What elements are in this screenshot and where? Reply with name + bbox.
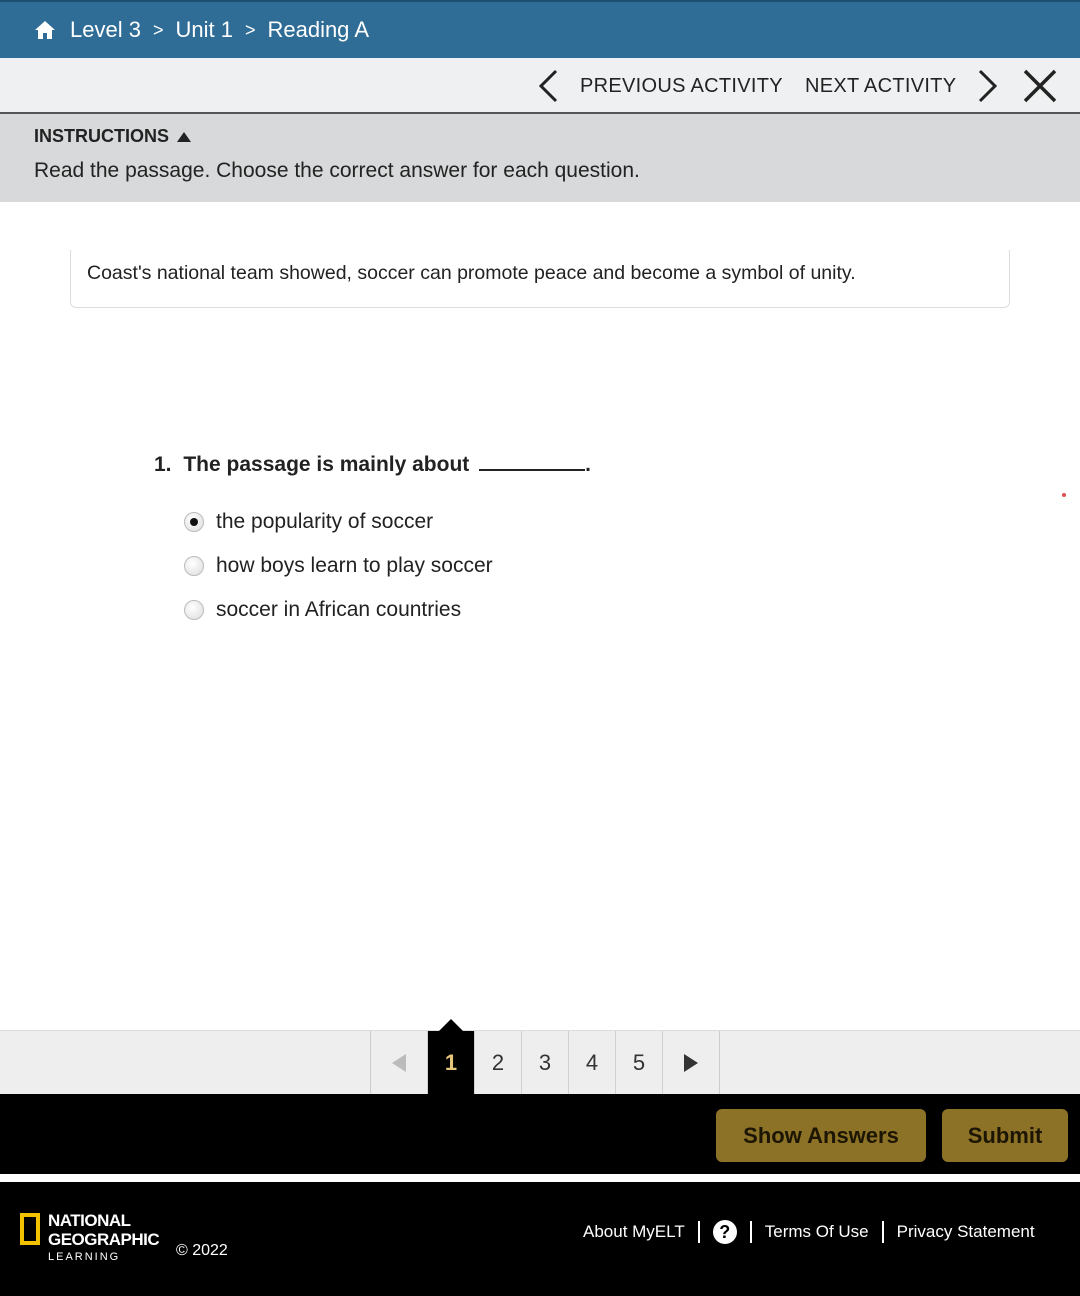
breadcrumb-lesson: Reading A xyxy=(267,17,369,42)
pager-page-2[interactable]: 2 xyxy=(475,1031,522,1094)
breadcrumb-separator: > xyxy=(244,19,256,40)
top-breadcrumb-bar: Level 3 > Unit 1 > Reading A xyxy=(0,0,1080,58)
previous-activity-button[interactable]: PREVIOUS ACTIVITY xyxy=(536,58,783,114)
footer-links: About MyELT ? Terms Of Use Privacy State… xyxy=(583,1220,1035,1244)
copyright-text: © 2022 xyxy=(176,1242,228,1259)
answer-blank xyxy=(479,451,586,471)
link-divider xyxy=(881,1221,884,1243)
option-label: the popularity of soccer xyxy=(216,510,434,533)
question-number: 1. xyxy=(154,453,172,476)
link-divider xyxy=(749,1221,752,1243)
breadcrumb-separator: > xyxy=(152,19,164,40)
question-1: 1. The passage is mainly about . xyxy=(154,451,591,477)
radio-button[interactable] xyxy=(184,556,204,576)
question-end-punct: . xyxy=(585,453,591,476)
national-geographic-logo[interactable]: NATIONAL GEOGRAPHIC LEARNING xyxy=(20,1211,160,1265)
instructions-toggle[interactable]: INSTRUCTIONS xyxy=(34,126,1046,147)
page-footer: NATIONAL GEOGRAPHIC LEARNING © 2022 Abou… xyxy=(0,1182,1080,1296)
pager-page-5[interactable]: 5 xyxy=(616,1031,663,1094)
chevron-left-icon xyxy=(538,69,558,103)
pager-prev-button[interactable] xyxy=(371,1031,428,1094)
pager-controls: 1 2 3 4 5 xyxy=(370,1019,720,1094)
instructions-heading: INSTRUCTIONS xyxy=(34,126,169,146)
answer-options: the popularity of soccer how boys learn … xyxy=(184,500,493,632)
question-text: The passage is mainly about xyxy=(183,453,470,476)
submit-button[interactable]: Submit xyxy=(942,1109,1068,1162)
chevron-right-icon xyxy=(979,69,998,103)
home-icon[interactable] xyxy=(34,20,56,40)
previous-activity-label: PREVIOUS ACTIVITY xyxy=(580,74,783,97)
link-divider xyxy=(697,1221,700,1243)
reading-passage[interactable]: Coast's national team showed, soccer can… xyxy=(70,250,1010,308)
option-label: how boys learn to play soccer xyxy=(216,554,493,577)
logo-text: NATIONAL GEOGRAPHIC LEARNING xyxy=(48,1211,160,1265)
option-3[interactable]: soccer in African countries xyxy=(184,588,493,632)
radio-button[interactable] xyxy=(184,600,204,620)
radio-button-selected[interactable] xyxy=(184,512,204,532)
action-bar: Show Answers Submit xyxy=(0,1094,1080,1174)
breadcrumb-unit[interactable]: Unit 1 xyxy=(175,17,232,43)
pager-page-1[interactable]: 1 xyxy=(428,1019,475,1094)
logo-line-1: NATIONAL xyxy=(48,1211,131,1230)
pager-next-button[interactable] xyxy=(663,1031,719,1094)
logo-line-3: LEARNING xyxy=(48,1251,121,1263)
option-1[interactable]: the popularity of soccer xyxy=(184,500,493,544)
help-icon[interactable]: ? xyxy=(712,1220,737,1244)
triangle-up-icon xyxy=(177,131,191,142)
show-answers-button[interactable]: Show Answers xyxy=(716,1109,926,1162)
privacy-link[interactable]: Privacy Statement xyxy=(897,1222,1035,1242)
close-icon[interactable] xyxy=(1020,66,1060,106)
pager-page-3[interactable]: 3 xyxy=(522,1031,569,1094)
instructions-panel: INSTRUCTIONS Read the passage. Choose th… xyxy=(0,114,1080,202)
question-pager: 1 2 3 4 5 xyxy=(0,1019,1080,1094)
footer-divider xyxy=(0,1174,1080,1182)
about-link[interactable]: About MyELT xyxy=(583,1222,685,1242)
triangle-right-icon xyxy=(684,1053,698,1072)
next-activity-button[interactable]: NEXT ACTIVITY xyxy=(805,58,1000,114)
pager-page-4[interactable]: 4 xyxy=(569,1031,616,1094)
decorative-dot xyxy=(1062,493,1066,497)
logo-line-2: GEOGRAPHIC xyxy=(48,1230,160,1249)
activity-nav-bar: PREVIOUS ACTIVITY NEXT ACTIVITY xyxy=(0,58,1080,114)
option-label: soccer in African countries xyxy=(216,598,462,621)
terms-link[interactable]: Terms Of Use xyxy=(765,1222,869,1242)
breadcrumb-level[interactable]: Level 3 xyxy=(70,17,141,43)
triangle-left-icon xyxy=(392,1053,406,1072)
yellow-frame-icon xyxy=(20,1213,40,1245)
option-2[interactable]: how boys learn to play soccer xyxy=(184,544,493,588)
instructions-text: Read the passage. Choose the correct ans… xyxy=(34,159,640,182)
passage-text: Coast's national team showed, soccer can… xyxy=(87,262,856,284)
next-activity-label: NEXT ACTIVITY xyxy=(805,74,957,97)
